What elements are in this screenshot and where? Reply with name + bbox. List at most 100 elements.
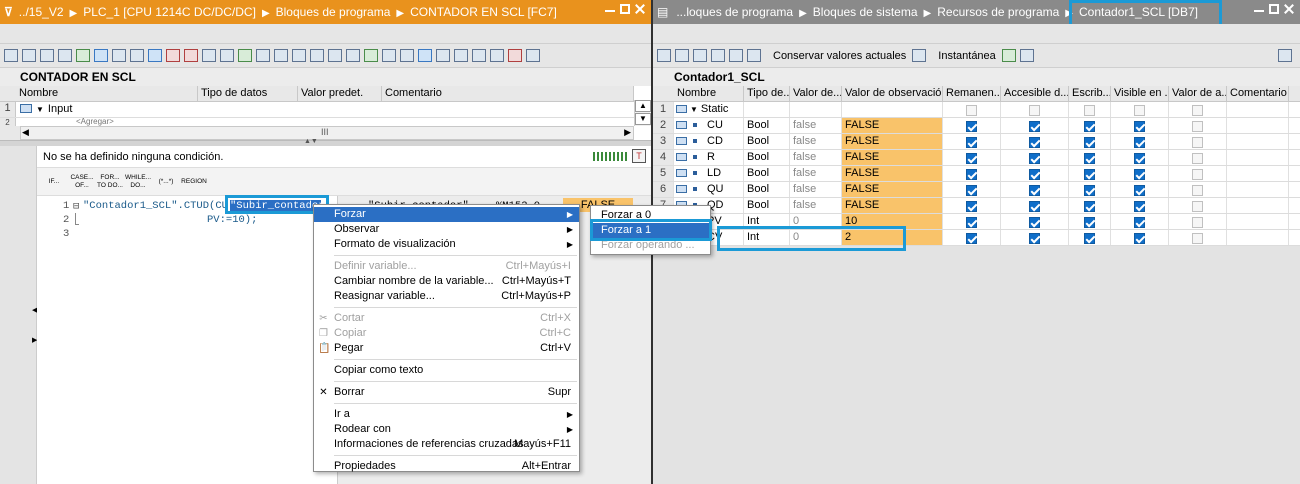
context-menu-item[interactable]: Reasignar variable... Ctrl+Mayús+P [314, 289, 579, 304]
checkbox[interactable] [966, 136, 977, 148]
interface-vscroll[interactable]: ▲ ▼ [634, 100, 651, 126]
db-checkbox-cell[interactable] [1001, 134, 1069, 149]
db-checkbox-cell[interactable] [1001, 182, 1069, 197]
interface-hscroll[interactable]: ◀ III ▶ [20, 126, 634, 140]
db-type-cell[interactable]: Bool [744, 150, 790, 165]
db-checkbox-cell[interactable] [1111, 198, 1169, 213]
db-tool-icon[interactable] [747, 49, 761, 62]
db-name-cell[interactable]: R [674, 150, 744, 165]
checkbox[interactable] [1084, 136, 1095, 148]
checkbox[interactable] [1134, 168, 1145, 180]
instruction-button[interactable]: CASE... OF... [69, 174, 95, 190]
context-menu-item[interactable]: 📋 Pegar Ctrl+V [314, 341, 579, 356]
scroll-up-icon[interactable]: ▲ [635, 100, 651, 112]
db-checkbox-cell[interactable] [1069, 102, 1111, 117]
db-name-cell[interactable]: CU [674, 118, 744, 133]
db-row[interactable]: 7QDBoolfalseFALSE [653, 198, 1300, 214]
editor-tool-icon[interactable] [76, 49, 90, 62]
db-column-header[interactable]: Tipo de... [744, 86, 790, 101]
db-checkbox-cell[interactable] [1169, 214, 1227, 229]
editor-tool-icon[interactable] [256, 49, 270, 62]
checkbox[interactable] [966, 120, 977, 132]
checkbox[interactable] [1029, 200, 1040, 212]
db-checkbox-cell[interactable] [1169, 230, 1227, 245]
context-menu-item[interactable]: Propiedades Alt+Entrar [314, 459, 579, 474]
breadcrumb-item[interactable]: Bloques de sistema [813, 5, 918, 19]
db-checkbox-cell[interactable] [943, 198, 1001, 213]
checkbox[interactable] [966, 104, 977, 116]
breadcrumb-item[interactable]: ../15_V2 [19, 5, 64, 19]
db-column-header[interactable]: Valor de a... [1169, 86, 1227, 101]
checkbox[interactable] [1192, 216, 1203, 228]
context-menu-item[interactable]: Formato de visualización ▶ [314, 237, 579, 252]
checkbox[interactable] [966, 184, 977, 196]
db-checkbox-cell[interactable] [1111, 150, 1169, 165]
db-type-cell[interactable] [744, 102, 790, 117]
editor-tool-icon[interactable] [148, 49, 162, 62]
db-column-header[interactable]: Valor de observación [842, 86, 943, 101]
db-comment-cell[interactable] [1227, 166, 1289, 181]
instruction-button[interactable]: REGION [181, 178, 207, 186]
breadcrumb-item[interactable]: Recursos de programa [937, 5, 1059, 19]
checkbox[interactable] [966, 216, 977, 228]
context-menu-item[interactable]: Forzar ▶ [314, 207, 579, 222]
code-line-2[interactable]: PV:=10); [207, 214, 257, 226]
scroll-right-icon[interactable]: ▶ [624, 127, 631, 138]
db-comment-cell[interactable] [1227, 134, 1289, 149]
db-checkbox-cell[interactable] [1169, 166, 1227, 181]
db-type-cell[interactable]: Bool [744, 198, 790, 213]
editor-tool-icon[interactable] [94, 49, 108, 62]
db-checkbox-cell[interactable] [1169, 182, 1227, 197]
editor-tool-icon[interactable] [238, 49, 252, 62]
checkbox[interactable] [1192, 200, 1203, 212]
checkbox[interactable] [1029, 104, 1040, 116]
editor-tool-icon[interactable] [400, 49, 414, 62]
db-checkbox-cell[interactable] [1111, 214, 1169, 229]
db-column-header[interactable]: Remanen... [943, 86, 1001, 101]
db-checkbox-cell[interactable] [1111, 230, 1169, 245]
db-checkbox-cell[interactable] [1111, 102, 1169, 117]
db-observation-cell[interactable] [842, 102, 943, 117]
checkbox[interactable] [1192, 232, 1203, 244]
db-start-value-cell[interactable] [790, 102, 842, 117]
interface-row[interactable]: 1 ▼ Input [0, 102, 634, 118]
db-column-header[interactable]: Escrib... [1069, 86, 1111, 101]
maximize-icon[interactable] [1269, 4, 1279, 14]
checkbox[interactable] [1192, 104, 1203, 116]
context-menu-item[interactable]: ✂ Cortar Ctrl+X [314, 311, 579, 326]
db-checkbox-cell[interactable] [1169, 118, 1227, 133]
db-comment-cell[interactable] [1227, 102, 1289, 117]
checkbox[interactable] [1134, 120, 1145, 132]
checkbox[interactable] [1029, 216, 1040, 228]
editor-tool-icon[interactable] [4, 49, 18, 62]
checkbox[interactable] [1084, 152, 1095, 164]
splitter-arrows-icon[interactable]: ▲▼ [304, 138, 318, 145]
db-row[interactable]: 6 QU Bool false FALSE [653, 182, 1300, 198]
db-type-cell[interactable]: Bool [744, 134, 790, 149]
db-column-header[interactable]: Nombre [674, 86, 744, 101]
db-observation-cell[interactable]: FALSE [842, 198, 943, 213]
db-type-cell[interactable]: Bool [744, 118, 790, 133]
db-row[interactable]: 4 R Bool false FALSE [653, 150, 1300, 166]
context-menu-item[interactable]: Copiar como texto [314, 363, 579, 378]
db-comment-cell[interactable] [1227, 118, 1289, 133]
editor-tool-icon[interactable] [274, 49, 288, 62]
checkbox[interactable] [1084, 168, 1095, 180]
db-comment-cell[interactable] [1227, 230, 1289, 245]
db-checkbox-cell[interactable] [1111, 182, 1169, 197]
db-checkbox-cell[interactable] [1069, 230, 1111, 245]
scroll-down-icon[interactable]: ▼ [635, 113, 651, 125]
db-tool-icon[interactable] [675, 49, 689, 62]
db-comment-cell[interactable] [1227, 182, 1289, 197]
editor-tool-icon[interactable] [472, 49, 486, 62]
db-observation-cell[interactable]: FALSE [842, 134, 943, 149]
db-checkbox-cell[interactable] [943, 230, 1001, 245]
editor-tool-icon[interactable] [310, 49, 324, 62]
checkbox[interactable] [1029, 232, 1040, 244]
expand-arrow-icon[interactable]: ▼ [690, 105, 698, 114]
editor-tool-icon[interactable] [184, 49, 198, 62]
checkbox[interactable] [966, 168, 977, 180]
db-checkbox-cell[interactable] [1169, 102, 1227, 117]
db-start-value-cell[interactable]: false [790, 182, 842, 197]
db-row[interactable]: 5 LD Bool false FALSE [653, 166, 1300, 182]
